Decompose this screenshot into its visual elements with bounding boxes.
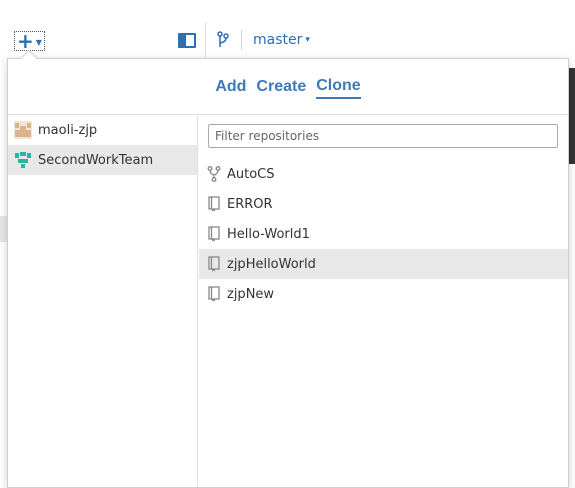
background-window-edge bbox=[569, 68, 575, 164]
filter-repositories-input[interactable] bbox=[208, 124, 558, 148]
repository-item[interactable]: zjpNew bbox=[199, 279, 568, 309]
owner-item[interactable]: SecondWorkTeam bbox=[8, 145, 197, 175]
repository-name: Hello-World1 bbox=[227, 226, 310, 242]
repo-icon bbox=[208, 256, 220, 272]
repository-name: AutoCS bbox=[227, 166, 275, 182]
avatar bbox=[14, 151, 32, 169]
background-row-edge bbox=[0, 216, 7, 242]
tab-clone[interactable]: Clone bbox=[316, 77, 361, 99]
repo-icon bbox=[208, 286, 220, 302]
sidebar-pane-shape bbox=[180, 35, 186, 46]
branch-icon bbox=[217, 31, 229, 47]
repository-list: AutoCS ERROR Hello-World1 zjpHelloWorld … bbox=[199, 159, 568, 309]
chevron-down-icon: ▾ bbox=[305, 35, 310, 45]
branch-name-label: master bbox=[253, 32, 303, 48]
owner-name: maoli-zjp bbox=[38, 122, 98, 138]
tab-bar: Add Create Clone bbox=[8, 59, 568, 115]
toolbar-divider bbox=[205, 22, 206, 58]
repository-panel: AutoCS ERROR Hello-World1 bbox=[199, 115, 568, 487]
toolbar: + ▼ master ▾ bbox=[0, 0, 575, 62]
toolbar-divider bbox=[241, 30, 242, 50]
sidebar-toggle-icon[interactable] bbox=[178, 33, 196, 48]
repository-name: ERROR bbox=[227, 196, 273, 212]
repository-name: zjpHelloWorld bbox=[227, 256, 316, 272]
branch-selector[interactable]: master ▾ bbox=[253, 32, 310, 48]
owner-item[interactable]: maoli-zjp bbox=[8, 115, 197, 145]
add-repository-popover: Add Create Clone maoli-zjp SecondWorkTea… bbox=[7, 49, 569, 488]
add-menu-button[interactable]: + ▼ bbox=[14, 31, 45, 51]
owner-name: SecondWorkTeam bbox=[38, 152, 154, 168]
chevron-down-icon: ▼ bbox=[35, 37, 42, 47]
tab-add[interactable]: Add bbox=[215, 78, 246, 98]
repo-icon bbox=[208, 196, 220, 212]
avatar bbox=[14, 121, 32, 139]
repository-item[interactable]: zjpHelloWorld bbox=[199, 249, 568, 279]
tab-create[interactable]: Create bbox=[256, 78, 306, 98]
plus-icon: + bbox=[17, 29, 34, 53]
repository-name: zjpNew bbox=[227, 286, 275, 302]
repo-icon bbox=[208, 226, 220, 242]
repository-item[interactable]: ERROR bbox=[199, 189, 568, 219]
fork-icon bbox=[207, 166, 221, 182]
repository-item[interactable]: Hello-World1 bbox=[199, 219, 568, 249]
owner-list: maoli-zjp SecondWorkTeam bbox=[8, 115, 198, 487]
repository-item[interactable]: AutoCS bbox=[199, 159, 568, 189]
